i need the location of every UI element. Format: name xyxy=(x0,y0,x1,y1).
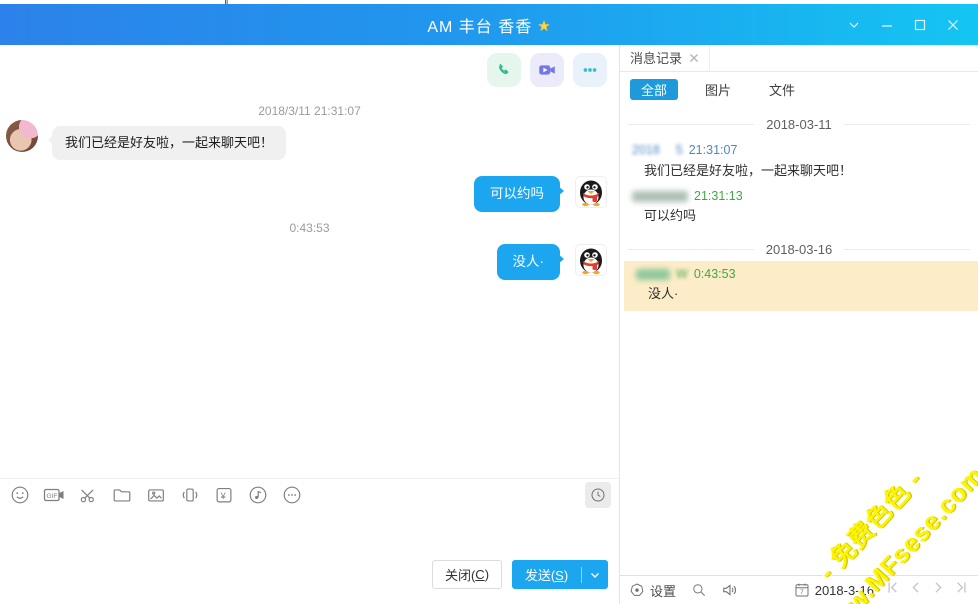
history-pagination xyxy=(884,579,970,601)
filter-all[interactable]: 全部 xyxy=(630,79,678,100)
outgoing-message-row: 可以约吗 xyxy=(0,176,619,212)
next-page-icon[interactable] xyxy=(930,579,947,601)
titlebar: AM 丰台 香香 ★ xyxy=(0,4,978,45)
self-avatar[interactable] xyxy=(575,176,607,208)
transfer-yuan-icon[interactable]: ¥ xyxy=(212,483,236,507)
main-area: 2018/3/11 21:31:07 我们已经是好友啦，一起来聊天吧！ 可以约吗 xyxy=(0,45,978,604)
star-badge-icon: ★ xyxy=(537,17,550,35)
outgoing-message-row: 没人· xyxy=(0,244,619,280)
search-icon[interactable] xyxy=(690,581,708,599)
music-note-icon[interactable] xyxy=(246,483,270,507)
settings-gear-icon[interactable] xyxy=(628,581,646,599)
message-time: 21:31:07 xyxy=(689,143,738,157)
svg-text:GIF: GIF xyxy=(47,493,58,500)
maximize-icon[interactable] xyxy=(909,14,931,36)
date-divider: 2018-03-16 xyxy=(628,239,970,259)
message-text: 没人· xyxy=(624,282,978,306)
date-divider: 2018-03-11 xyxy=(628,114,970,134)
censored-sender-name: W xyxy=(676,267,688,281)
close-button-key: C xyxy=(475,567,484,582)
more-icon[interactable] xyxy=(280,483,304,507)
history-message-highlighted: W 0:43:53 没人· xyxy=(624,261,978,311)
tab-close-icon[interactable] xyxy=(689,53,699,63)
qq-chat-window: ∥ AM 丰台 香香 ★ xyxy=(0,0,978,604)
last-page-icon[interactable] xyxy=(953,579,970,601)
chat-display: 2018/3/11 21:31:07 我们已经是好友啦，一起来聊天吧！ 可以约吗 xyxy=(0,45,619,478)
censored-sender-name xyxy=(636,269,670,280)
message-text: 可以约吗 xyxy=(620,204,978,228)
tab-label: 消息记录 xyxy=(630,48,682,67)
contact-avatar[interactable] xyxy=(6,120,38,152)
chat-timestamp: 0:43:53 xyxy=(0,221,619,235)
window-controls xyxy=(843,4,964,45)
chat-panel: 2018/3/11 21:31:07 我们已经是好友啦，一起来聊天吧！ 可以约吗 xyxy=(0,45,619,604)
self-avatar[interactable] xyxy=(575,244,607,276)
censored-sender-name: 2018 5 xyxy=(632,139,683,158)
first-page-icon[interactable] xyxy=(884,579,901,601)
voice-call-icon[interactable] xyxy=(487,53,521,87)
history-bottom-bar: 设置 7 2018-3-16 xyxy=(620,575,978,604)
outgoing-bubble: 没人· xyxy=(497,244,561,280)
incoming-bubble: 我们已经是好友啦，一起来聊天吧！ xyxy=(52,126,286,160)
calendar-icon[interactable]: 7 xyxy=(793,581,811,599)
minimize-icon[interactable] xyxy=(876,14,898,36)
history-content: 2018-03-11 2018 5 21:31:07 我们已经是好友啦，一起来聊… xyxy=(620,106,978,575)
divider-date: 2018-03-16 xyxy=(754,242,845,257)
more-actions-icon[interactable] xyxy=(573,53,607,87)
folder-icon[interactable] xyxy=(110,483,134,507)
send-options-chevron-icon[interactable] xyxy=(582,569,608,581)
sender-line: 2018 5 21:31:07 xyxy=(620,137,978,159)
close-icon[interactable] xyxy=(942,14,964,36)
history-clock-icon[interactable] xyxy=(585,482,611,508)
message-text: 我们已经是好友啦，一起来聊天吧！ xyxy=(620,159,978,183)
send-button[interactable]: 发送(S) xyxy=(512,560,608,589)
sender-line: 21:31:13 xyxy=(620,187,978,204)
history-message: 2018 5 21:31:07 我们已经是好友啦，一起来聊天吧！ xyxy=(620,136,978,186)
chevron-down-icon[interactable] xyxy=(843,14,865,36)
svg-text:¥: ¥ xyxy=(220,491,227,501)
settings-label[interactable]: 设置 xyxy=(650,581,676,600)
screenshot-scissors-icon[interactable] xyxy=(76,483,100,507)
sender-line: W 0:43:53 xyxy=(624,265,978,282)
filter-files[interactable]: 文件 xyxy=(769,80,795,99)
message-input[interactable] xyxy=(0,511,619,553)
history-panel: 消息记录 全部 图片 文件 2018-03-11 2018 5 21:31:07 xyxy=(619,45,978,604)
history-date: 2018-3-16 xyxy=(815,583,874,598)
calendar-day: 7 xyxy=(800,589,804,596)
chat-button-bar: 关闭(C) 发送(S) xyxy=(0,553,619,604)
prev-page-icon[interactable] xyxy=(907,579,924,601)
chat-action-bar xyxy=(487,53,607,87)
message-time: 21:31:13 xyxy=(694,189,743,203)
close-button-label: 关闭( xyxy=(445,565,475,584)
history-filters: 全部 图片 文件 xyxy=(620,72,978,106)
emoji-icon[interactable] xyxy=(8,483,32,507)
divider-date: 2018-03-11 xyxy=(754,117,844,132)
message-time: 0:43:53 xyxy=(694,267,736,281)
close-button-label: ) xyxy=(485,567,489,582)
history-message: 21:31:13 可以约吗 xyxy=(620,186,978,231)
speaker-icon[interactable] xyxy=(720,580,740,600)
window-title: AM 丰台 香香 xyxy=(427,13,532,37)
gif-icon[interactable]: GIF xyxy=(42,483,66,507)
censored-sender-name xyxy=(632,191,688,202)
image-icon[interactable] xyxy=(144,483,168,507)
video-call-icon[interactable] xyxy=(530,53,564,87)
incoming-message-row: 我们已经是好友啦，一起来聊天吧！ xyxy=(0,120,286,160)
filter-images[interactable]: 图片 xyxy=(705,80,731,99)
chat-toolbar: GIF xyxy=(0,478,619,511)
title-wrap: AM 丰台 香香 ★ xyxy=(427,13,550,37)
tab-message-history[interactable]: 消息记录 xyxy=(620,44,710,71)
outgoing-bubble: 可以约吗 xyxy=(474,176,560,212)
send-button-label: 发送(S) xyxy=(512,565,581,584)
close-button[interactable]: 关闭(C) xyxy=(432,560,502,589)
chat-timestamp: 2018/3/11 21:31:07 xyxy=(0,104,619,118)
window-shake-icon[interactable] xyxy=(178,483,202,507)
history-tab-row: 消息记录 xyxy=(620,45,978,72)
